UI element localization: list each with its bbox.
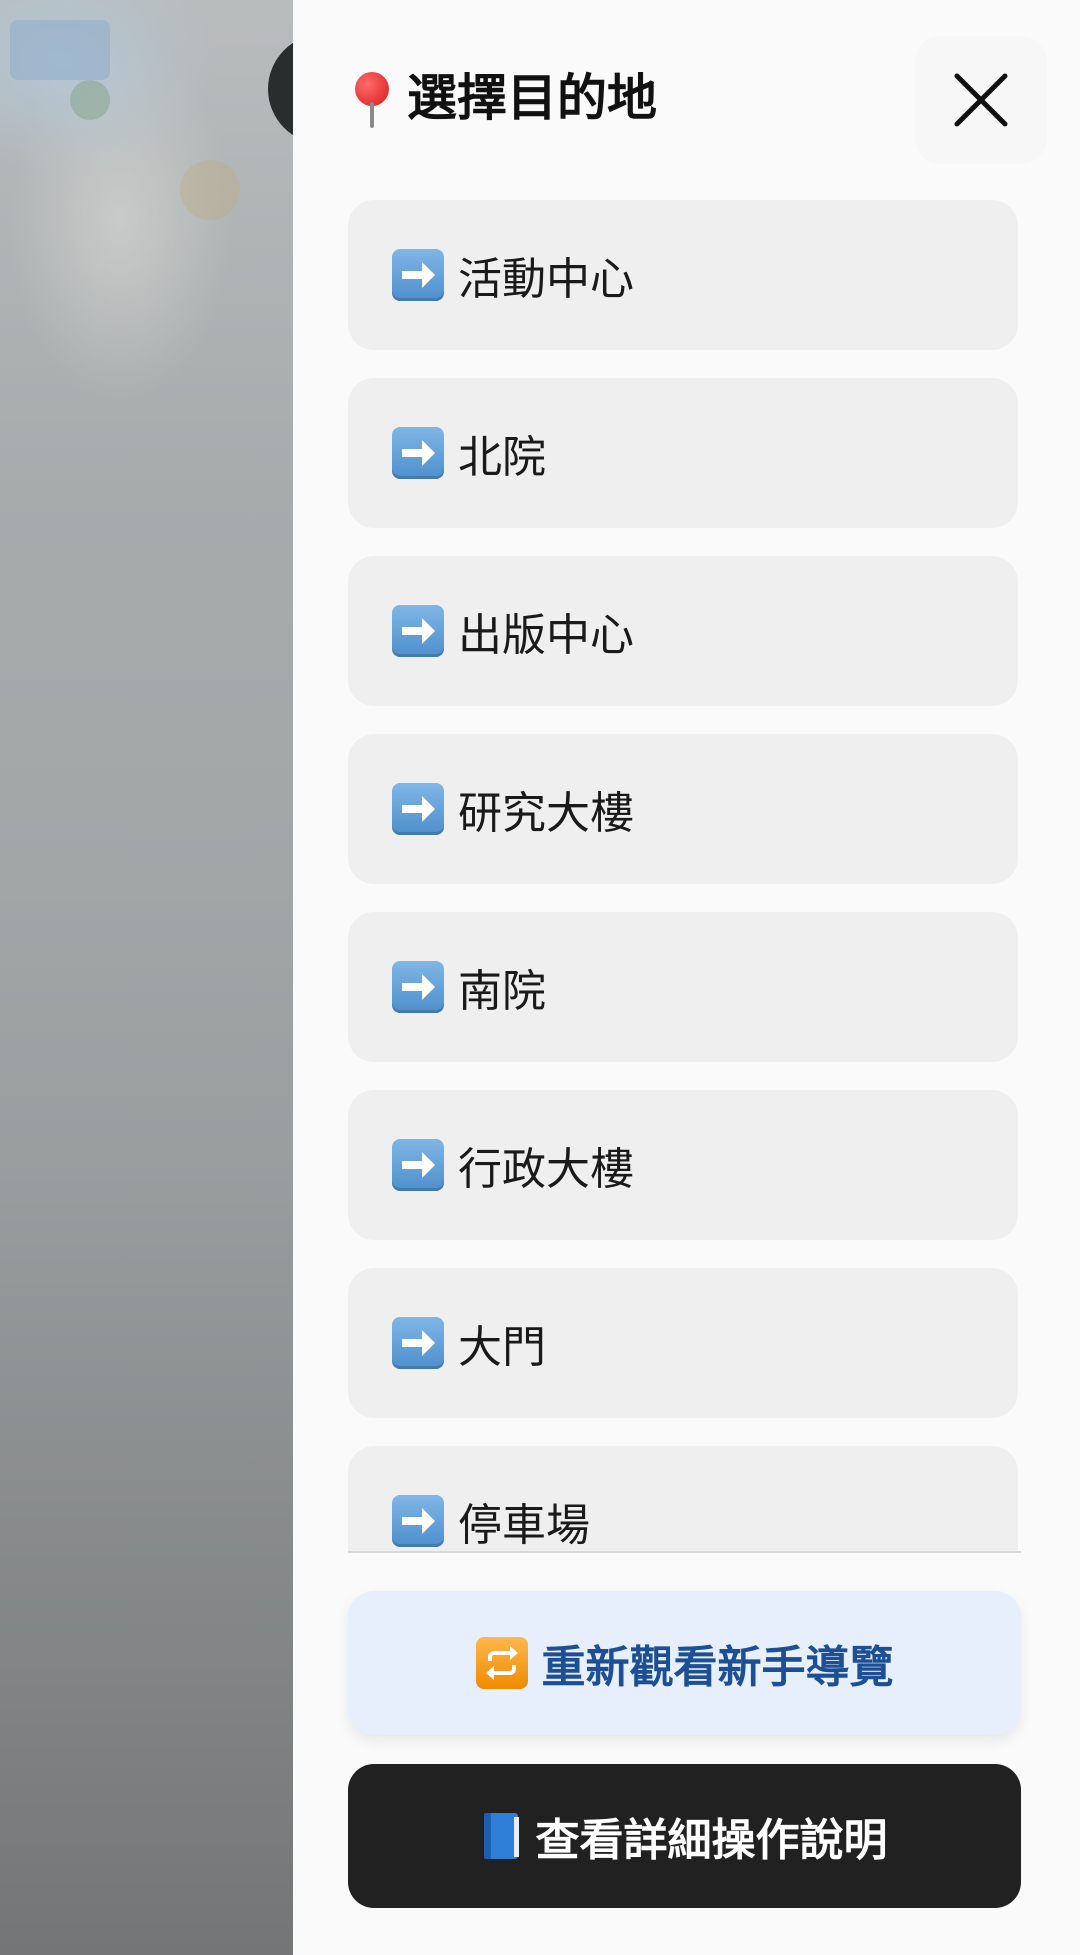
destination-item[interactable]: 活動中心 [348, 200, 1018, 350]
repeat-icon [475, 1637, 528, 1689]
background-blur-spot [10, 20, 110, 80]
destination-item[interactable]: 研究大樓 [348, 734, 1018, 884]
destination-label: 出版中心 [458, 610, 634, 661]
arrow-right-icon [392, 1495, 444, 1547]
pin-icon [353, 66, 393, 130]
drawer-title: 選擇目的地 [353, 64, 657, 132]
background-blur-spot [180, 160, 240, 220]
destination-drawer: 選擇目的地 活動中心 北院 出版中心 研究大樓 南院 行政大樓 大門 停車場 重… [293, 0, 1080, 1955]
arrow-right-icon [392, 605, 444, 657]
arrow-right-icon [392, 1317, 444, 1369]
list-divider [348, 1551, 1021, 1553]
app-screen: 選擇目的地 活動中心 北院 出版中心 研究大樓 南院 行政大樓 大門 停車場 重… [0, 0, 1080, 1955]
destination-item[interactable]: 出版中心 [348, 556, 1018, 706]
destination-label: 大門 [458, 1322, 546, 1373]
destination-label: 北院 [458, 432, 546, 483]
destination-item[interactable]: 大門 [348, 1268, 1018, 1418]
destination-label: 行政大樓 [458, 1144, 634, 1195]
arrow-right-icon [392, 427, 444, 479]
drawer-title-text: 選擇目的地 [407, 69, 657, 127]
arrow-right-icon [392, 249, 444, 301]
replay-tour-label: 重新觀看新手導覽 [541, 1642, 894, 1693]
drawer-header: 選擇目的地 [293, 0, 1080, 185]
destination-list[interactable]: 活動中心 北院 出版中心 研究大樓 南院 行政大樓 大門 停車場 [348, 200, 1021, 1552]
background-blur-spot [70, 80, 110, 120]
destination-item[interactable]: 停車場 [348, 1446, 1018, 1552]
close-icon [954, 73, 1008, 127]
arrow-right-icon [392, 961, 444, 1013]
camera-view-background [0, 0, 300, 1955]
destination-item[interactable]: 北院 [348, 378, 1018, 528]
destination-item[interactable]: 南院 [348, 912, 1018, 1062]
arrow-right-icon [392, 1139, 444, 1191]
destination-label: 研究大樓 [458, 788, 634, 839]
destination-label: 活動中心 [458, 254, 634, 305]
close-button[interactable] [915, 36, 1047, 164]
blue-book-icon [482, 1811, 522, 1861]
destination-label: 南院 [458, 966, 546, 1017]
replay-tour-button[interactable]: 重新觀看新手導覽 [348, 1591, 1021, 1735]
destination-item[interactable]: 行政大樓 [348, 1090, 1018, 1240]
arrow-right-icon [392, 783, 444, 835]
view-guide-label: 查看詳細操作說明 [535, 1815, 888, 1866]
destination-label: 停車場 [458, 1500, 590, 1551]
view-guide-button[interactable]: 查看詳細操作說明 [348, 1764, 1021, 1908]
